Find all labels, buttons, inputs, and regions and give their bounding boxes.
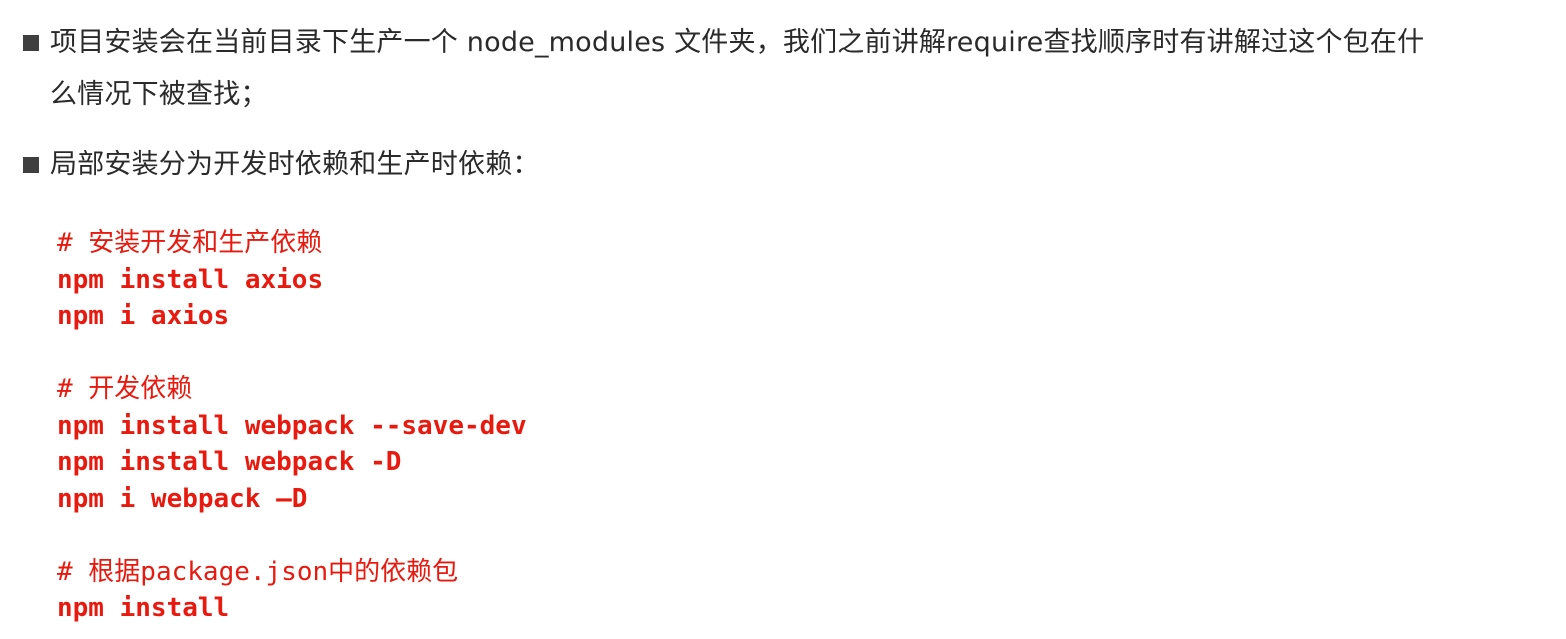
code-command: npm install axios bbox=[57, 264, 324, 295]
code-command: npm i webpack –D bbox=[57, 483, 308, 514]
square-bullet-icon bbox=[23, 157, 39, 173]
bullet-text-line: 么情况下被查找； bbox=[50, 79, 268, 110]
bullet-text-line: 局部安装分为开发时依赖和生产时依赖： bbox=[50, 149, 540, 180]
code-block: # 安装开发和生产依赖 npm install axios npm i axio… bbox=[57, 225, 527, 627]
code-comment: # 安装开发和生产依赖 bbox=[57, 228, 323, 258]
code-command: npm i axios bbox=[57, 301, 230, 331]
code-command: npm install webpack --save-dev bbox=[57, 410, 527, 441]
bullet-text-line: 项目安装会在当前目录下生产一个 node_modules 文件夹，我们之前讲解r… bbox=[50, 27, 1425, 58]
code-comment: # 开发依赖 bbox=[57, 374, 193, 404]
code-comment: # 根据package.json中的依赖包 bbox=[57, 556, 459, 587]
square-bullet-icon bbox=[23, 35, 39, 51]
code-command: npm install bbox=[57, 593, 230, 623]
code-command: npm install webpack -D bbox=[57, 447, 402, 477]
